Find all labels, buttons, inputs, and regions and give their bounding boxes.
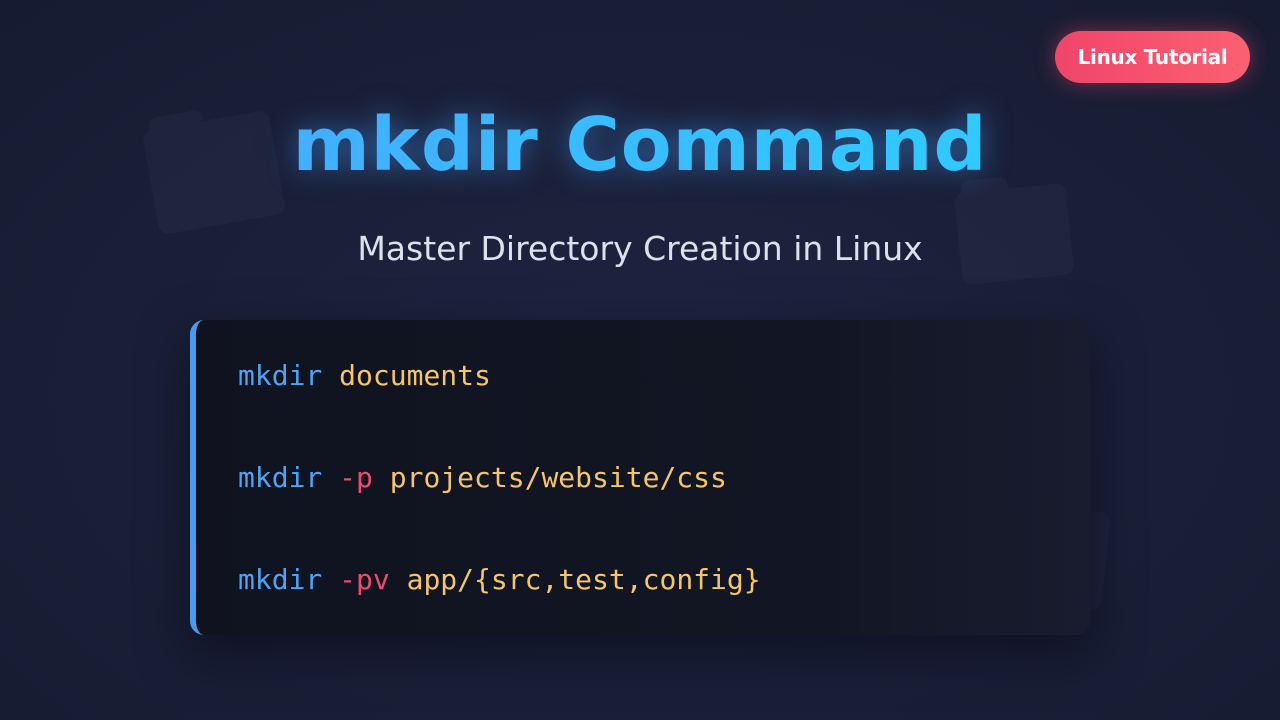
code-argument: documents [339,359,491,392]
code-command: mkdir [238,359,323,392]
page-subtitle: Master Directory Creation in Linux [357,229,923,268]
code-argument: app/{src,test,config} [406,563,761,596]
code-line: mkdir documents [238,356,491,396]
code-line: mkdir -pv app/{src,test,config} [238,560,761,600]
page-title: mkdir Command [0,95,1280,195]
code-line: mkdir -p projects/website/css [238,458,727,498]
code-flag: -p [339,461,373,494]
linux-tutorial-badge: Linux Tutorial [1055,31,1250,83]
code-argument: projects/website/css [389,461,727,494]
code-command: mkdir [238,563,323,596]
code-command: mkdir [238,461,323,494]
code-flag: -pv [339,563,390,596]
code-block: mkdir documents mkdir -p projects/websit… [190,320,1090,635]
